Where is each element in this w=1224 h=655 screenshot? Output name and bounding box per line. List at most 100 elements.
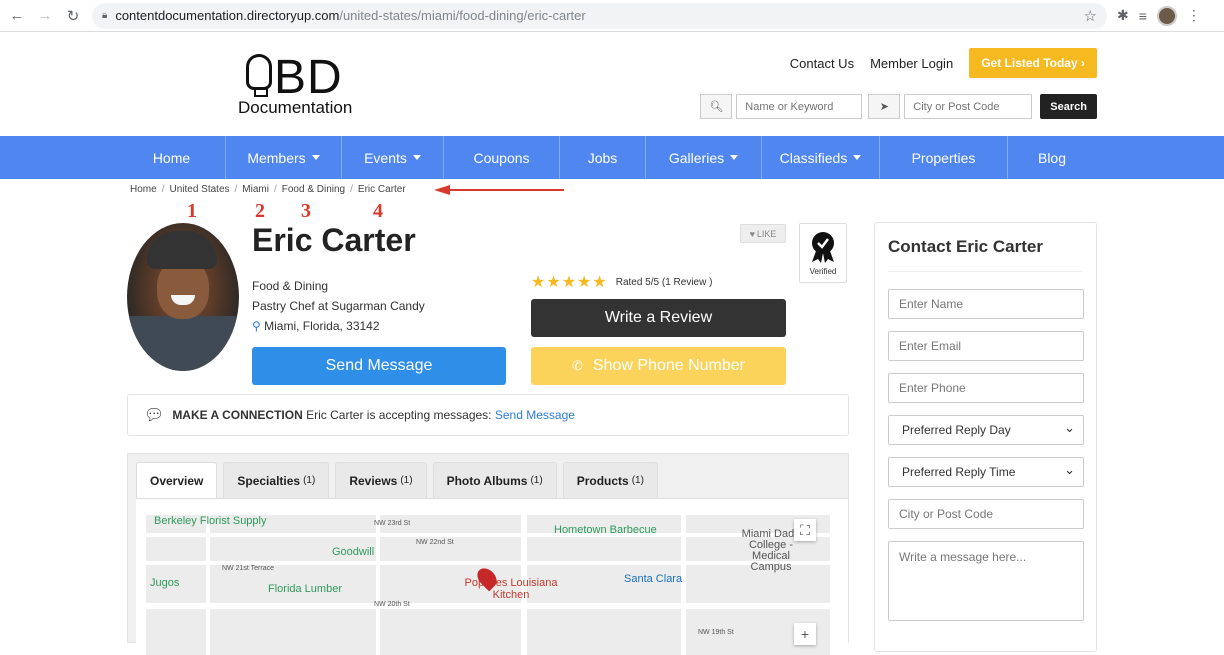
map-street-label: NW 23rd St (374, 520, 411, 527)
nav-label: Home (152, 149, 191, 166)
name-field[interactable]: Enter Name (888, 289, 1084, 319)
connection-bar: 💬︎ MAKE A CONNECTION Eric Carter is acce… (127, 394, 849, 436)
zoom-in-icon[interactable]: + (794, 623, 816, 645)
member-name: Eric Carter (252, 222, 416, 258)
nav-item-jobs[interactable]: Jobs (560, 136, 646, 179)
contact-us-link[interactable]: Contact Us (790, 56, 854, 71)
tab-count: (1) (400, 475, 413, 486)
keyword-search-input[interactable] (736, 94, 863, 119)
caret-down-icon (412, 155, 421, 160)
message-field[interactable]: Write a message here... (888, 541, 1084, 621)
url-path: /united-states/miami/food-dining/eric-ca… (339, 8, 586, 23)
nav-label: Jobs (587, 149, 618, 166)
contact-form: Contact Eric Carter Enter Name Enter Ema… (874, 222, 1097, 652)
tab-label: Photo Albums (446, 473, 528, 488)
breadcrumb-city[interactable]: Miami (242, 184, 269, 195)
search-icon: 🔍︎ (700, 94, 733, 119)
tab-specialties[interactable]: Specialties (1) (223, 462, 330, 498)
map-place-label[interactable]: Jugos (150, 577, 179, 589)
map-road (146, 533, 830, 537)
tab-reviews[interactable]: Reviews (1) (335, 462, 427, 498)
profile-avatar[interactable] (1156, 5, 1177, 26)
nav-item-galleries[interactable]: Galleries (646, 136, 762, 179)
tab-products[interactable]: Products (1) (562, 462, 658, 498)
map-place-label[interactable]: Florida Lumber (268, 583, 342, 595)
location-search-input[interactable] (904, 94, 1033, 119)
profile-tabs: Overview Specialties (1) Reviews (1) Photo… (136, 462, 658, 498)
breadcrumb-home[interactable]: Home (130, 184, 157, 195)
nav-label: Blog (1037, 149, 1067, 166)
media-queue-icon[interactable]: ≡ (1139, 8, 1147, 24)
rating[interactable]: ★★★★★ Rated 5/5 (1 Review ) (531, 272, 712, 292)
chat-bubbles-icon: 💬︎ (144, 407, 165, 424)
map-place-label[interactable]: Goodwill (332, 546, 374, 558)
nav-item-coupons[interactable]: Coupons (444, 136, 560, 179)
get-listed-button[interactable]: Get Listed Today › (969, 48, 1097, 78)
map-road (376, 515, 380, 655)
reply-time-select[interactable]: Preferred Reply Time (888, 457, 1084, 487)
tab-overview[interactable]: Overview (136, 462, 218, 498)
search-bar: 🔍︎ ➤ Search (700, 94, 1097, 119)
nav-label: Members (247, 149, 306, 166)
map-place-label[interactable]: Popeyes Louisiana Kitchen (456, 577, 566, 601)
site-logo[interactable]: BD Documentation (238, 50, 388, 120)
connection-text: MAKE A CONNECTION Eric Carter is accepti… (172, 408, 575, 422)
city-field[interactable]: City or Post Code (888, 499, 1084, 529)
breadcrumb-category[interactable]: Food & Dining (282, 184, 345, 195)
heart-icon: ♥ (749, 228, 755, 239)
map-street-label: NW 21st Terrace (222, 565, 274, 572)
member-title: Pastry Chef at Sugarman Candy (252, 299, 425, 313)
breadcrumb-separator: / (273, 184, 277, 195)
email-field[interactable]: Enter Email (888, 331, 1084, 361)
nav-item-blog[interactable]: Blog (1008, 136, 1096, 179)
search-button[interactable]: Search (1040, 94, 1097, 119)
caret-down-icon (853, 155, 862, 160)
forward-icon[interactable]: → (36, 7, 54, 24)
nav-item-home[interactable]: Home (118, 136, 226, 179)
nav-item-members[interactable]: Members (226, 136, 342, 179)
location-arrow-icon: ➤ (868, 94, 901, 119)
like-button[interactable]: ♥ LIKE (740, 224, 786, 243)
send-message-button[interactable]: Send Message (252, 347, 506, 385)
map-place-label[interactable]: Santa Clara (624, 573, 682, 585)
annotation-arrow (434, 185, 564, 195)
connection-message: Eric Carter is accepting messages: (306, 408, 492, 422)
map-street-label: NW 19th St (698, 629, 734, 636)
bookmark-star-icon[interactable]: ☆ (1084, 7, 1097, 25)
url-host: contentdocumentation.directoryup.com (115, 8, 340, 23)
reload-icon[interactable]: ↻ (64, 7, 82, 25)
breadcrumb-separator: / (234, 184, 238, 195)
contact-heading: Contact Eric Carter (888, 237, 1083, 272)
tab-photo-albums[interactable]: Photo Albums (1) (432, 462, 557, 498)
map-place-label[interactable]: Berkeley Florist Supply (154, 515, 267, 527)
caret-down-icon (311, 155, 320, 160)
fullscreen-icon[interactable]: ⛶ (794, 519, 816, 541)
write-review-button[interactable]: Write a Review (531, 299, 786, 337)
browser-toolbar: ← → ↻ 🔒︎ contentdocumentation.directoryu… (0, 0, 1224, 32)
photo-cap (147, 231, 217, 269)
tab-label: Overview (150, 473, 204, 488)
connection-send-link[interactable]: Send Message (495, 408, 575, 422)
nav-item-properties[interactable]: Properties (880, 136, 1008, 179)
show-phone-button[interactable]: ✆ Show Phone Number (531, 347, 786, 385)
member-login-link[interactable]: Member Login (870, 56, 953, 71)
annotation-number-1: 1 (187, 200, 197, 222)
verified-ribbon-icon (812, 231, 834, 263)
back-icon[interactable]: ← (8, 7, 26, 24)
reply-day-select[interactable]: Preferred Reply Day (888, 415, 1084, 445)
location-map[interactable]: Berkeley Florist Supply Hometown Barbecu… (146, 515, 830, 655)
rating-text: Rated 5/5 (1 Review ) (615, 276, 713, 288)
nav-item-events[interactable]: Events (342, 136, 444, 179)
member-category[interactable]: Food & Dining (252, 276, 425, 296)
member-info: Food & Dining Pastry Chef at Sugarman Ca… (252, 276, 425, 336)
tab-label: Reviews (349, 473, 398, 488)
extensions-icon[interactable]: ✱ (1117, 7, 1129, 24)
more-menu-icon[interactable]: ⋮ (1187, 7, 1201, 24)
nav-label: Coupons (473, 149, 530, 166)
address-bar[interactable]: 🔒︎ contentdocumentation.directoryup.com/… (92, 2, 1107, 29)
breadcrumb-country[interactable]: United States (169, 184, 229, 195)
phone-field[interactable]: Enter Phone (888, 373, 1084, 403)
nav-item-classifieds[interactable]: Classifieds (762, 136, 880, 179)
map-place-label[interactable]: Hometown Barbecue (554, 524, 657, 536)
map-pin-icon: ⚲ (252, 319, 261, 333)
